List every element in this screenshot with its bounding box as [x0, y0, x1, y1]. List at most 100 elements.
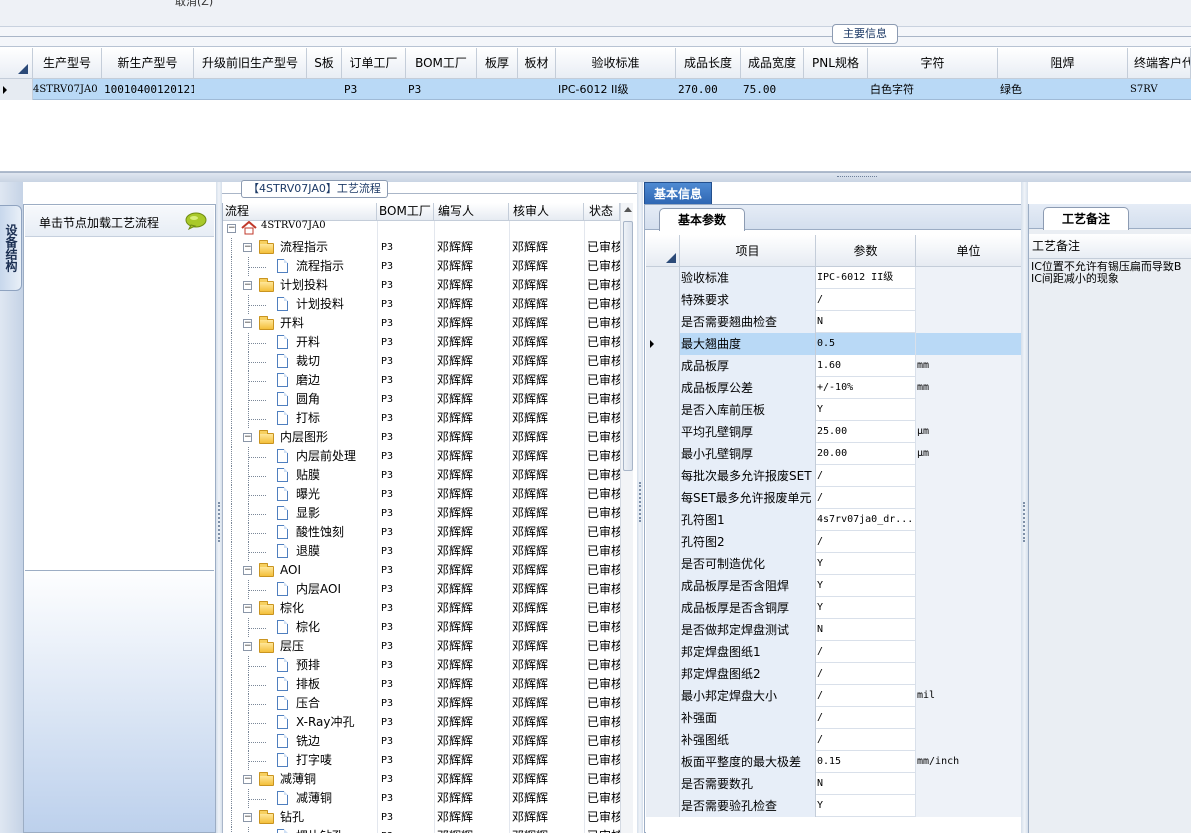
- param-value[interactable]: Y: [816, 575, 916, 597]
- cell-pnl[interactable]: [804, 79, 868, 100]
- tree-leaf-row[interactable]: 内层前处理 P3 邓辉辉 邓辉辉 已审核: [223, 447, 620, 466]
- row-indicator[interactable]: [646, 685, 680, 707]
- cell-prod-model[interactable]: 4STRV07JA0: [31, 79, 103, 100]
- param-row[interactable]: 最小孔壁铜厚 20.00 μm: [646, 443, 1021, 465]
- collapse-icon[interactable]: −: [243, 604, 252, 613]
- param-value[interactable]: /: [816, 641, 916, 663]
- tree-folder-row[interactable]: − 开料 P3 邓辉辉 邓辉辉 已审核: [223, 314, 620, 333]
- cell-solder[interactable]: 绿色: [998, 79, 1128, 100]
- param-value[interactable]: +/-10%: [816, 377, 916, 399]
- param-value[interactable]: 20.00: [816, 443, 916, 465]
- tree-folder-row[interactable]: − 钻孔 P3 邓辉辉 邓辉辉 已审核: [223, 808, 620, 827]
- param-row[interactable]: 成品板厚 1.60 mm: [646, 355, 1021, 377]
- col-header-material[interactable]: 板材: [518, 48, 556, 79]
- row-indicator[interactable]: [646, 487, 680, 509]
- row-indicator[interactable]: [646, 641, 680, 663]
- param-value[interactable]: /: [816, 663, 916, 685]
- param-value[interactable]: /: [816, 707, 916, 729]
- col-header-order-factory[interactable]: 订单工厂: [342, 48, 406, 79]
- param-value[interactable]: 0.5: [816, 333, 916, 355]
- grid-corner[interactable]: [0, 48, 33, 79]
- tree-leaf-row[interactable]: 棕化 P3 邓辉辉 邓辉辉 已审核: [223, 618, 620, 637]
- param-row[interactable]: 验收标准 IPC-6012 II级: [646, 267, 1021, 289]
- param-value[interactable]: N: [816, 619, 916, 641]
- tree-leaf-row[interactable]: 流程指示 P3 邓辉辉 邓辉辉 已审核: [223, 257, 620, 276]
- col-header-bom-factory[interactable]: BOM工厂: [406, 48, 477, 79]
- col-header-old-model[interactable]: 升级前旧生产型号: [194, 48, 307, 79]
- tree-leaf-row[interactable]: 圆角 P3 邓辉辉 邓辉辉 已审核: [223, 390, 620, 409]
- param-row[interactable]: 孔符图1 4s7rv07ja0_dr...: [646, 509, 1021, 531]
- row-indicator[interactable]: [646, 267, 680, 289]
- tree-folder-row[interactable]: − 减薄铜 P3 邓辉辉 邓辉辉 已审核: [223, 770, 620, 789]
- tree-leaf-row[interactable]: 计划投料 P3 邓辉辉 邓辉辉 已审核: [223, 295, 620, 314]
- param-value[interactable]: 4s7rv07ja0_dr...: [816, 509, 916, 531]
- col-header-customer[interactable]: 终端客户代: [1128, 48, 1191, 79]
- param-value[interactable]: IPC-6012 II级: [816, 267, 916, 289]
- col-header-acceptance[interactable]: 验收标准: [556, 48, 676, 79]
- row-indicator[interactable]: [646, 575, 680, 597]
- cell-order-factory[interactable]: P3: [342, 79, 406, 100]
- tree-leaf-row[interactable]: 减薄铜 P3 邓辉辉 邓辉辉 已审核: [223, 789, 620, 808]
- remark-text[interactable]: IC位置不允许有锡压扁而导致B IC间距减小的现象: [1031, 261, 1191, 285]
- load-flow-header[interactable]: 单击节点加载工艺流程: [25, 206, 214, 237]
- tab-process-remark[interactable]: 工艺备注: [1043, 207, 1129, 230]
- tree-leaf-row[interactable]: 开料 P3 邓辉辉 邓辉辉 已审核: [223, 333, 620, 352]
- param-row[interactable]: 每SET最多允许报废单元 /: [646, 487, 1021, 509]
- cell-customer[interactable]: S7RV: [1128, 79, 1191, 100]
- flow-title-tab[interactable]: 【4STRV07JA0】工艺流程: [241, 180, 388, 198]
- scroll-up-icon[interactable]: [624, 207, 632, 212]
- param-value[interactable]: /: [816, 729, 916, 751]
- col-header-item[interactable]: 项目: [680, 235, 816, 267]
- param-row[interactable]: 是否需要验孔检查 Y: [646, 795, 1021, 817]
- collapse-icon[interactable]: −: [243, 775, 252, 784]
- param-value[interactable]: N: [816, 773, 916, 795]
- tree-leaf-row[interactable]: X-Ray冲孔 P3 邓辉辉 邓辉辉 已审核: [223, 713, 620, 732]
- tree-leaf-row[interactable]: 打字唛 P3 邓辉辉 邓辉辉 已审核: [223, 751, 620, 770]
- row-indicator[interactable]: [646, 663, 680, 685]
- collapse-icon[interactable]: −: [243, 566, 252, 575]
- tree-leaf-row[interactable]: 压合 P3 邓辉辉 邓辉辉 已审核: [223, 694, 620, 713]
- col-header-prod-model[interactable]: 生产型号: [33, 48, 102, 79]
- cell-old-model[interactable]: [194, 79, 307, 100]
- cell-thickness[interactable]: [477, 79, 518, 100]
- collapse-icon[interactable]: −: [243, 281, 252, 290]
- collapse-icon[interactable]: −: [243, 243, 252, 252]
- param-row[interactable]: 是否做邦定焊盘测试 N: [646, 619, 1021, 641]
- param-row[interactable]: 是否需要翘曲检查 N: [646, 311, 1021, 333]
- param-value[interactable]: /: [816, 487, 916, 509]
- param-row[interactable]: 补强图纸 /: [646, 729, 1021, 751]
- tree-leaf-row[interactable]: 贴膜 P3 邓辉辉 邓辉辉 已审核: [223, 466, 620, 485]
- side-tab-device-structure[interactable]: 设备结构: [0, 205, 22, 291]
- cell-s-board[interactable]: [307, 79, 342, 100]
- tab-basic-info[interactable]: 基本信息: [644, 182, 712, 206]
- param-value[interactable]: N: [816, 311, 916, 333]
- tree-folder-row[interactable]: − 流程指示 P3 邓辉辉 邓辉辉 已审核: [223, 238, 620, 257]
- collapse-icon[interactable]: −: [243, 642, 252, 651]
- param-value[interactable]: 25.00: [816, 421, 916, 443]
- col-header-new-prod-model[interactable]: 新生产型号: [102, 48, 194, 79]
- row-indicator[interactable]: [646, 795, 680, 817]
- param-row[interactable]: 成品板厚是否含阻焊 Y: [646, 575, 1021, 597]
- row-indicator[interactable]: [646, 773, 680, 795]
- param-row[interactable]: 补强面 /: [646, 707, 1021, 729]
- tree-leaf-row[interactable]: 曝光 P3 邓辉辉 邓辉辉 已审核: [223, 485, 620, 504]
- param-row[interactable]: 邦定焊盘图纸2/: [646, 663, 1021, 685]
- scroll-thumb[interactable]: [623, 221, 633, 471]
- tree-leaf-row[interactable]: 排板 P3 邓辉辉 邓辉辉 已审核: [223, 675, 620, 694]
- cell-acceptance[interactable]: IPC-6012 II级: [556, 79, 676, 100]
- row-indicator[interactable]: [646, 619, 680, 641]
- row-indicator[interactable]: [646, 311, 680, 333]
- tree-leaf-row[interactable]: 酸性蚀刻 P3 邓辉辉 邓辉辉 已审核: [223, 523, 620, 542]
- grid-corner[interactable]: [646, 235, 680, 267]
- middle-splitter[interactable]: [637, 182, 643, 833]
- param-value[interactable]: /: [816, 685, 916, 707]
- param-value[interactable]: Y: [816, 597, 916, 619]
- param-value[interactable]: Y: [816, 795, 916, 817]
- cell-new-prod-model[interactable]: 10010400120121: [102, 79, 194, 100]
- flow-vertical-scrollbar[interactable]: [620, 203, 633, 833]
- param-value[interactable]: Y: [816, 399, 916, 421]
- cell-bom-factory[interactable]: P3: [406, 79, 477, 100]
- main-info-tab[interactable]: 主要信息: [832, 24, 898, 44]
- tab-basic-params[interactable]: 基本参数: [659, 208, 745, 231]
- param-row-selected[interactable]: 最大翘曲度 0.5: [646, 333, 1021, 355]
